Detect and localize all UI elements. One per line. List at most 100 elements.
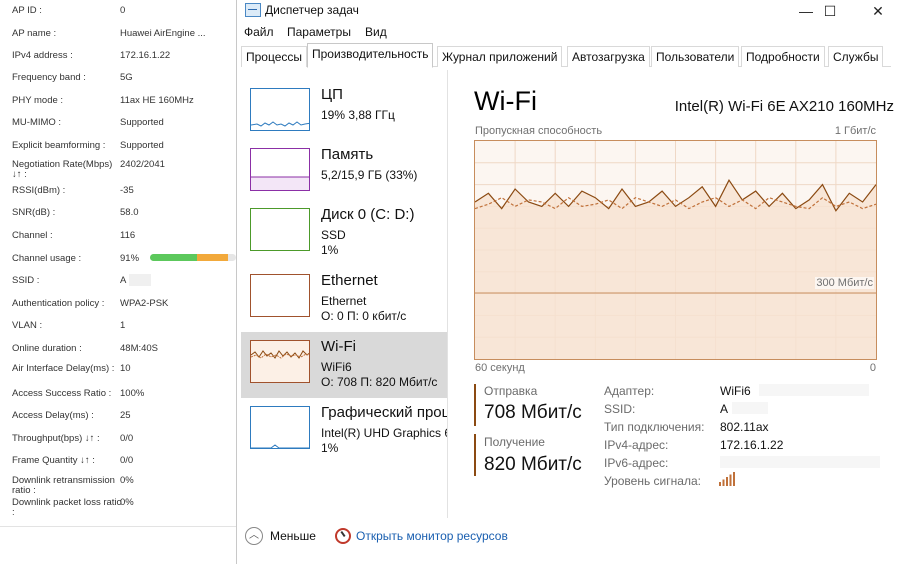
sidebar-item-line1: SSD: [321, 228, 346, 242]
ap-info-key: Frame Quantity ↓↑ :: [12, 455, 95, 466]
gpu-thumbnail: [250, 406, 310, 449]
sidebar-item-cpu[interactable]: ЦП 19% 3,88 ГГц: [241, 80, 447, 146]
tab-processes[interactable]: Процессы: [241, 46, 308, 67]
redacted-area: [720, 456, 880, 468]
sidebar-item-line2: О: 0 П: 0 кбит/с: [321, 309, 407, 323]
prop-ipv4-value: 172.16.1.22: [720, 438, 784, 452]
prop-adapter-value: WiFi6: [720, 384, 751, 398]
ap-info-value: 91%: [120, 253, 140, 264]
sidebar-item-name: Графический процессор: [321, 404, 448, 421]
ap-info-key: Access Success Ratio :: [12, 388, 112, 399]
ap-info-key: SSID :: [12, 275, 40, 286]
sidebar-item-name: Диск 0 (C: D:): [321, 206, 415, 223]
prop-ssid-value: A: [720, 402, 729, 416]
ap-info-value: A: [120, 275, 127, 286]
ap-info-key: Negotiation Rate(Mbps) ↓↑ :: [12, 159, 113, 180]
sidebar-item-name: Ethernet: [321, 272, 378, 289]
tab-app-history[interactable]: Журнал приложений: [437, 46, 563, 67]
ap-info-value: 0%: [120, 497, 134, 508]
sidebar-item-gpu[interactable]: Графический процессор Intel(R) UHD Graph…: [241, 398, 448, 464]
ap-info-value: 25: [120, 410, 131, 421]
memory-thumbnail: [250, 148, 310, 191]
channel-usage-bar: [150, 254, 236, 261]
tab-startup[interactable]: Автозагрузка: [567, 46, 650, 67]
ap-info-key: SNR(dB) :: [12, 207, 56, 218]
sidebar-item-line1: 19% 3,88 ГГц: [321, 108, 395, 122]
ap-info-value: 0: [120, 5, 126, 16]
ap-info-value: Huawei AirEngine ...: [120, 28, 206, 39]
ap-info-value: 48M:40S: [120, 343, 159, 354]
graph-time-right: 0: [869, 362, 876, 374]
sidebar-item-line2: 1%: [321, 441, 339, 455]
prop-connection-type-value: 802.11ax: [720, 420, 769, 434]
resource-monitor-icon[interactable]: [335, 528, 351, 544]
ap-info-key: Authentication policy :: [12, 298, 105, 309]
menu-bar: Файл Параметры Вид: [237, 23, 897, 43]
open-resource-monitor-link[interactable]: Открыть монитор ресурсов: [356, 529, 508, 543]
send-value: 708 Мбит/с: [484, 402, 582, 423]
signal-strength-icon: [719, 472, 735, 486]
fewer-details-button[interactable]: Меньше: [270, 529, 316, 543]
ap-info-value: 58.0: [120, 207, 139, 218]
sidebar-item-memory[interactable]: Память 5,2/15,9 ГБ (33%): [241, 140, 447, 206]
tab-strip: Процессы Производительность Журнал прило…: [241, 43, 891, 68]
ap-info-key: Throughput(bps) ↓↑ :: [12, 433, 100, 444]
menu-view[interactable]: Вид: [365, 25, 387, 39]
sidebar-item-line2: 1%: [321, 243, 339, 257]
ap-info-key: AP ID :: [12, 5, 42, 16]
ap-info-key: Access Delay(ms) :: [12, 410, 94, 421]
menu-options[interactable]: Параметры: [287, 25, 351, 39]
window-title: Диспетчер задач: [265, 3, 359, 17]
ap-info-value: 0/0: [120, 455, 134, 466]
stats-panel: Отправка 708 Мбит/с Получение 820 Мбит/с…: [474, 378, 894, 498]
ap-info-key: VLAN :: [12, 320, 43, 331]
close-button[interactable]: ✕: [855, 0, 897, 22]
ap-info-value: Supported: [120, 140, 164, 151]
ap-info-key: Downlink packet loss ratio :: [12, 497, 122, 518]
maximize-button[interactable]: ☐: [807, 0, 853, 22]
send-legend-bar: [474, 384, 476, 426]
ap-info-value: 5G: [120, 72, 133, 83]
ethernet-thumbnail: [250, 274, 310, 317]
ap-info-key: PHY mode :: [12, 95, 64, 106]
wifi-thumbnail: [250, 340, 310, 383]
ap-info-value: Supported: [120, 117, 164, 128]
title-bar: Диспетчер задач — ☐ ✕: [237, 0, 897, 22]
ap-info-key: IPv4 address :: [12, 50, 73, 61]
ap-info-value: 10: [120, 363, 131, 374]
throughput-graph: 300 Мбит/с: [474, 140, 877, 360]
tab-services[interactable]: Службы: [828, 46, 884, 67]
ap-info-value: 1: [120, 320, 126, 331]
sidebar-item-wifi[interactable]: Wi-Fi WiFi6 О: 708 П: 820 Мбит/с: [241, 332, 447, 398]
ap-info-value: 172.16.1.22: [120, 50, 171, 61]
redacted-area: [129, 274, 151, 286]
ap-info-key: Explicit beamforming :: [12, 140, 106, 151]
ap-info-value: 2402/2041: [120, 159, 165, 170]
menu-file[interactable]: Файл: [244, 25, 274, 39]
ap-info-key: Air Interface Delay(ms) :: [12, 363, 115, 374]
tab-details[interactable]: Подробности: [741, 46, 825, 67]
sidebar-item-line1: Ethernet: [321, 294, 367, 308]
task-manager-window: Диспетчер задач — ☐ ✕ Файл Параметры Вид…: [236, 0, 897, 564]
performance-detail: Wi-Fi Intel(R) Wi-Fi 6E AX210 160MHz Про…: [474, 86, 894, 506]
ap-info-key: RSSI(dBm) :: [12, 185, 66, 196]
ap-info-key: Frequency band :: [12, 72, 86, 83]
resource-list: ЦП 19% 3,88 ГГц Память 5,2/15,9 ГБ (33%)…: [241, 70, 448, 518]
ap-info-key: Downlink retransmission ratio :: [12, 475, 115, 496]
cpu-thumbnail: [250, 88, 310, 131]
tab-performance[interactable]: Производительность: [307, 43, 434, 68]
sidebar-item-line2: О: 708 П: 820 Мбит/с: [321, 375, 438, 389]
graph-time-left: 60 секунд: [475, 362, 525, 374]
sidebar-item-disk[interactable]: Диск 0 (C: D:) SSD 1%: [241, 200, 447, 266]
sidebar-item-ethernet[interactable]: Ethernet Ethernet О: 0 П: 0 кбит/с: [241, 266, 447, 332]
channel-usage-fill-green: [150, 254, 197, 261]
panel-divider: [0, 526, 236, 527]
tab-users[interactable]: Пользователи: [651, 46, 740, 67]
prop-adapter-key: Адаптер:: [604, 384, 655, 398]
footer-bar: ︿ Меньше Открыть монитор ресурсов: [237, 522, 897, 552]
graph-mid-label: 300 Мбит/с: [815, 277, 874, 289]
sidebar-item-name: ЦП: [321, 86, 343, 103]
redacted-area: [732, 402, 768, 414]
chevron-up-icon[interactable]: ︿: [245, 527, 263, 545]
ap-info-value: 100%: [120, 388, 145, 399]
